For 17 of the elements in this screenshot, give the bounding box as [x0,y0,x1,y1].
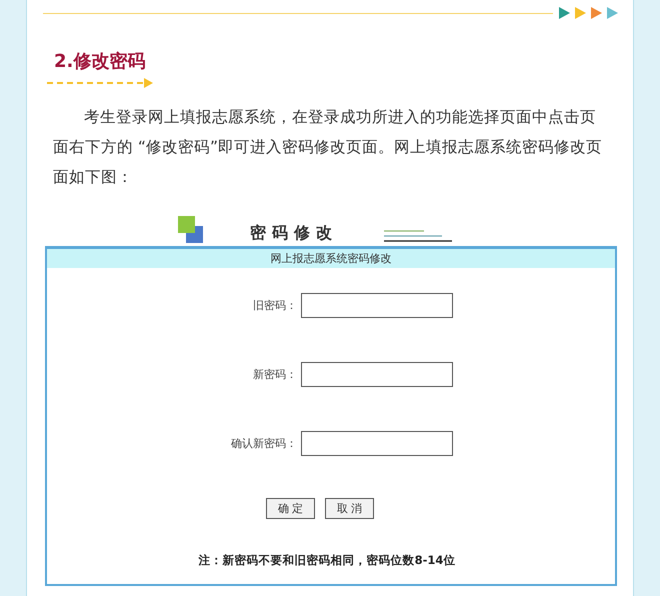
form-button[interactable]: 取 消 [325,498,374,519]
section-heading: 2.修改密码 [54,50,146,74]
panel-title: 网上报志愿系统密码修改 [270,252,392,265]
paragraph: 考生登录网上填报志愿系统，在登录成功所进入的功能选择页面中点击页面右下方的 “修改密码”即可进入密码修改页面。网上填报志愿系统密码修改页面如下图： [53,107,603,188]
password-field[interactable] [301,293,453,318]
note-text: 注：新密码不要和旧密码相同，密码位数8-14位 [198,553,456,568]
triangles-icon [559,6,619,20]
field-label: 确认新密码： [230,436,298,451]
page-title: 密码修改 [250,223,338,244]
form-button[interactable]: 确 定 [266,498,315,519]
squares-logo-icon [178,216,204,244]
password-field[interactable] [301,431,453,456]
field-label: 新密码： [252,367,298,382]
password-field[interactable] [301,362,453,387]
dashed-arrow-icon [47,78,153,88]
field-label: 旧密码： [252,298,298,313]
lines-icon [384,230,454,242]
